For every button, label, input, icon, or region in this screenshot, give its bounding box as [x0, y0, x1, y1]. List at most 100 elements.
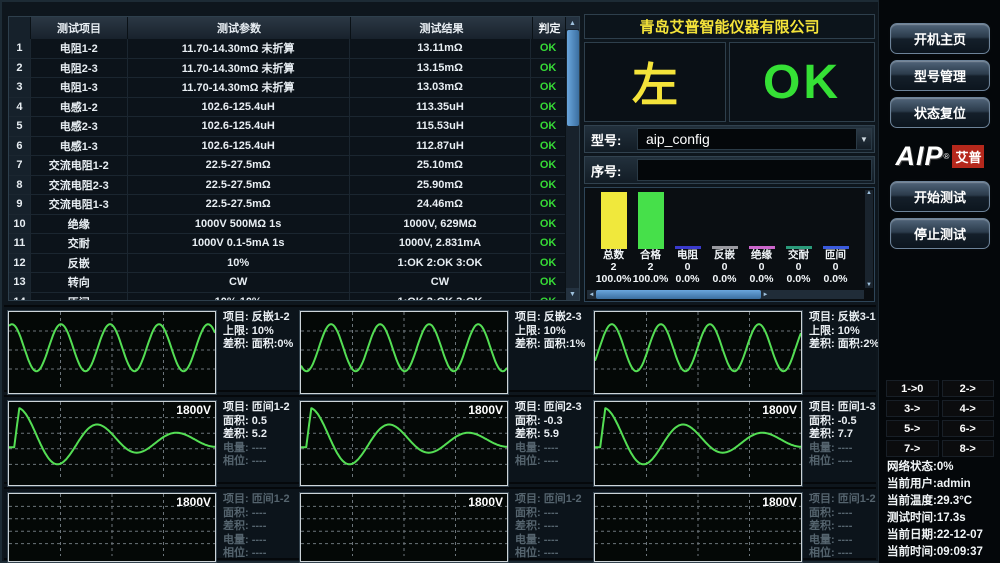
- scroll-left-icon[interactable]: ◄: [587, 290, 596, 299]
- test-item-cell: 匝间: [31, 293, 128, 301]
- scroll-down-icon[interactable]: ▼: [566, 288, 579, 300]
- model-dropdown[interactable]: aip_config ▼: [637, 128, 872, 150]
- judge-cell: OK: [531, 176, 565, 195]
- scope-label-block: 项目: 反嵌2-3上限: 10%差积: 面积:1%: [515, 311, 587, 394]
- scroll-up-icon[interactable]: ▲: [866, 190, 872, 196]
- scope-label-line: 项目: 反嵌2-3: [515, 311, 587, 325]
- scope-label-block: 项目: 匝间1-2面积: ----差积: ----电量: ----相位: ---…: [223, 493, 295, 562]
- model-label: 型号:: [587, 130, 637, 149]
- logo-text: AIP: [896, 141, 944, 172]
- scope-label-line: 项目: 匝间1-3: [809, 401, 881, 415]
- stat-label: 电阻: [677, 249, 698, 261]
- table-row[interactable]: 12反嵌10%1:OK 2:OK 3:OKOK: [9, 254, 565, 274]
- table-scrollbar-thumb[interactable]: [567, 30, 579, 126]
- waveform-row-turn-test: 1800V项目: 匝间1-2面积: 0.5差积: 5.2电量: ----相位: …: [4, 395, 876, 484]
- scope-label-block: 项目: 匝间1-3面积: -0.5差积: 7.7电量: ----相位: ----: [809, 401, 881, 486]
- voltage-label: 1800V: [468, 403, 503, 417]
- stat-column: 合格2100.0%: [632, 192, 669, 285]
- scope-label-line: 差积: ----: [809, 520, 881, 534]
- sidebar: AIP® 艾普 1->02->3->4->5->6->7->8-> 网络状态:0…: [878, 0, 1000, 563]
- stat-column: 电阻00.0%: [669, 192, 706, 285]
- sidebar-home-button[interactable]: 开机主页: [890, 23, 990, 54]
- judge-cell: OK: [531, 78, 565, 97]
- dropdown-arrow-icon[interactable]: ▼: [856, 129, 871, 149]
- header-item: 测试项目: [31, 17, 128, 39]
- scope-group: 1800V项目: 匝间2-3面积: -0.3差积: 5.9电量: ----相位:…: [300, 401, 587, 486]
- test-item-cell: 电阻1-3: [31, 78, 128, 97]
- row-number: 6: [9, 137, 31, 156]
- scroll-down-icon[interactable]: ▼: [866, 282, 872, 288]
- table-scrollbar[interactable]: ▲ ▼: [565, 17, 579, 300]
- test-item-cell: 转向: [31, 273, 128, 292]
- test-param-cell: 10%: [128, 254, 350, 273]
- test-result-cell: 1000V, 629MΩ: [350, 215, 531, 234]
- table-row[interactable]: 11交耐1000V 0.1-5mA 1s1000V, 2.831mAOK: [9, 234, 565, 254]
- sidebar-start-test-button[interactable]: 开始测试: [890, 181, 990, 212]
- stats-hscrollbar[interactable]: ◄ ►: [587, 290, 864, 299]
- stat-bar-zone: [823, 192, 849, 249]
- table-row[interactable]: 5电感2-3102.6-125.4uH115.53uHOK: [9, 117, 565, 137]
- stat-count: 0: [685, 261, 691, 273]
- test-param-cell: 22.5-27.5mΩ: [128, 195, 350, 214]
- sidebar-status-reset-button[interactable]: 状态复位: [890, 97, 990, 128]
- stat-column: 00.0: [854, 192, 857, 285]
- judge-cell: OK: [531, 59, 565, 78]
- sidebar-stop-test-button[interactable]: 停止测试: [890, 218, 990, 249]
- side-indicator: 左: [584, 42, 726, 122]
- scope-label-line: 相位: ----: [809, 547, 881, 561]
- judge-cell: OK: [531, 137, 565, 156]
- overall-result-indicator: OK: [729, 42, 875, 122]
- logo-registered-icon: ®: [944, 152, 950, 161]
- logo-cn-text: 艾普: [952, 145, 984, 168]
- table-row[interactable]: 7交流电阻1-222.5-27.5mΩ25.10mΩOK: [9, 156, 565, 176]
- scope-label-line: 相位: ----: [515, 455, 587, 469]
- table-row[interactable]: 8交流电阻2-322.5-27.5mΩ25.90mΩOK: [9, 176, 565, 196]
- test-param-cell: 11.70-14.30mΩ 未折算: [128, 59, 350, 78]
- table-row[interactable]: 13转向CWCWOK: [9, 273, 565, 293]
- test-item-cell: 电感1-2: [31, 98, 128, 117]
- serial-input[interactable]: [637, 159, 872, 181]
- stat-bar-zone: [749, 192, 775, 249]
- scope-label-line: 项目: 匝间2-3: [515, 401, 587, 415]
- stats-vscrollbar[interactable]: ▲ ▼: [865, 190, 873, 288]
- test-item-cell: 电阻1-2: [31, 39, 128, 58]
- stat-percent: 0.0%: [787, 273, 811, 285]
- stats-hscrollbar-thumb[interactable]: [596, 290, 761, 299]
- table-row[interactable]: 3电阻1-311.70-14.30mΩ 未折算13.03mΩOK: [9, 78, 565, 98]
- judge-cell: OK: [531, 273, 565, 292]
- table-row[interactable]: 10绝缘1000V 500MΩ 1s1000V, 629MΩOK: [9, 215, 565, 235]
- stat-percent: 0.0%: [713, 273, 737, 285]
- io-mapping-cell: 2->: [942, 380, 995, 397]
- table-row[interactable]: 9交流电阻1-322.5-27.5mΩ24.46mΩOK: [9, 195, 565, 215]
- table-row[interactable]: 6电感1-3102.6-125.4uH112.87uHOK: [9, 137, 565, 157]
- scroll-right-icon[interactable]: ►: [761, 290, 770, 299]
- scope-label-line: 项目: 匝间1-2: [223, 493, 295, 507]
- stat-column: 绝缘00.0%: [743, 192, 780, 285]
- scope-group: 1800V项目: 匝间1-2面积: ----差积: ----电量: ----相位…: [8, 493, 295, 562]
- test-result-cell: 113.35uH: [350, 98, 531, 117]
- stat-count: 0: [759, 261, 765, 273]
- scope-label-line: 差积: 面积:2%: [809, 338, 881, 352]
- scope-label-line: 面积: ----: [223, 507, 295, 521]
- table-row[interactable]: 2电阻2-311.70-14.30mΩ 未折算13.15mΩOK: [9, 59, 565, 79]
- scroll-up-icon[interactable]: ▲: [566, 17, 579, 29]
- judge-cell: OK: [531, 39, 565, 58]
- sidebar-model-manage-button[interactable]: 型号管理: [890, 60, 990, 91]
- scope-label-block: 项目: 反嵌1-2上限: 10%差积: 面积:0%: [223, 311, 295, 394]
- table-row[interactable]: 4电感1-2102.6-125.4uH113.35uHOK: [9, 98, 565, 118]
- test-item-cell: 绝缘: [31, 215, 128, 234]
- table-row[interactable]: 1电阻1-211.70-14.30mΩ 未折算13.11mΩOK: [9, 39, 565, 59]
- test-result-cell: 25.90mΩ: [350, 176, 531, 195]
- test-result-cell: 25.10mΩ: [350, 156, 531, 175]
- stat-column: 反嵌00.0%: [706, 192, 743, 285]
- table-row[interactable]: 14匝间10% 10%1:OK 2:OK 3:OKOK: [9, 293, 565, 301]
- test-table-body: 1电阻1-211.70-14.30mΩ 未折算13.11mΩOK2电阻2-311…: [9, 39, 565, 300]
- voltage-label: 1800V: [468, 495, 503, 509]
- stat-label: 交耐: [788, 249, 809, 261]
- row-number: 2: [9, 59, 31, 78]
- judge-cell: OK: [531, 156, 565, 175]
- status-line: 当前时间:09:09:37: [887, 544, 999, 561]
- scope-label-line: 相位: ----: [809, 455, 881, 469]
- stat-column: 交耐00.0%: [780, 192, 817, 285]
- judge-cell: OK: [531, 234, 565, 253]
